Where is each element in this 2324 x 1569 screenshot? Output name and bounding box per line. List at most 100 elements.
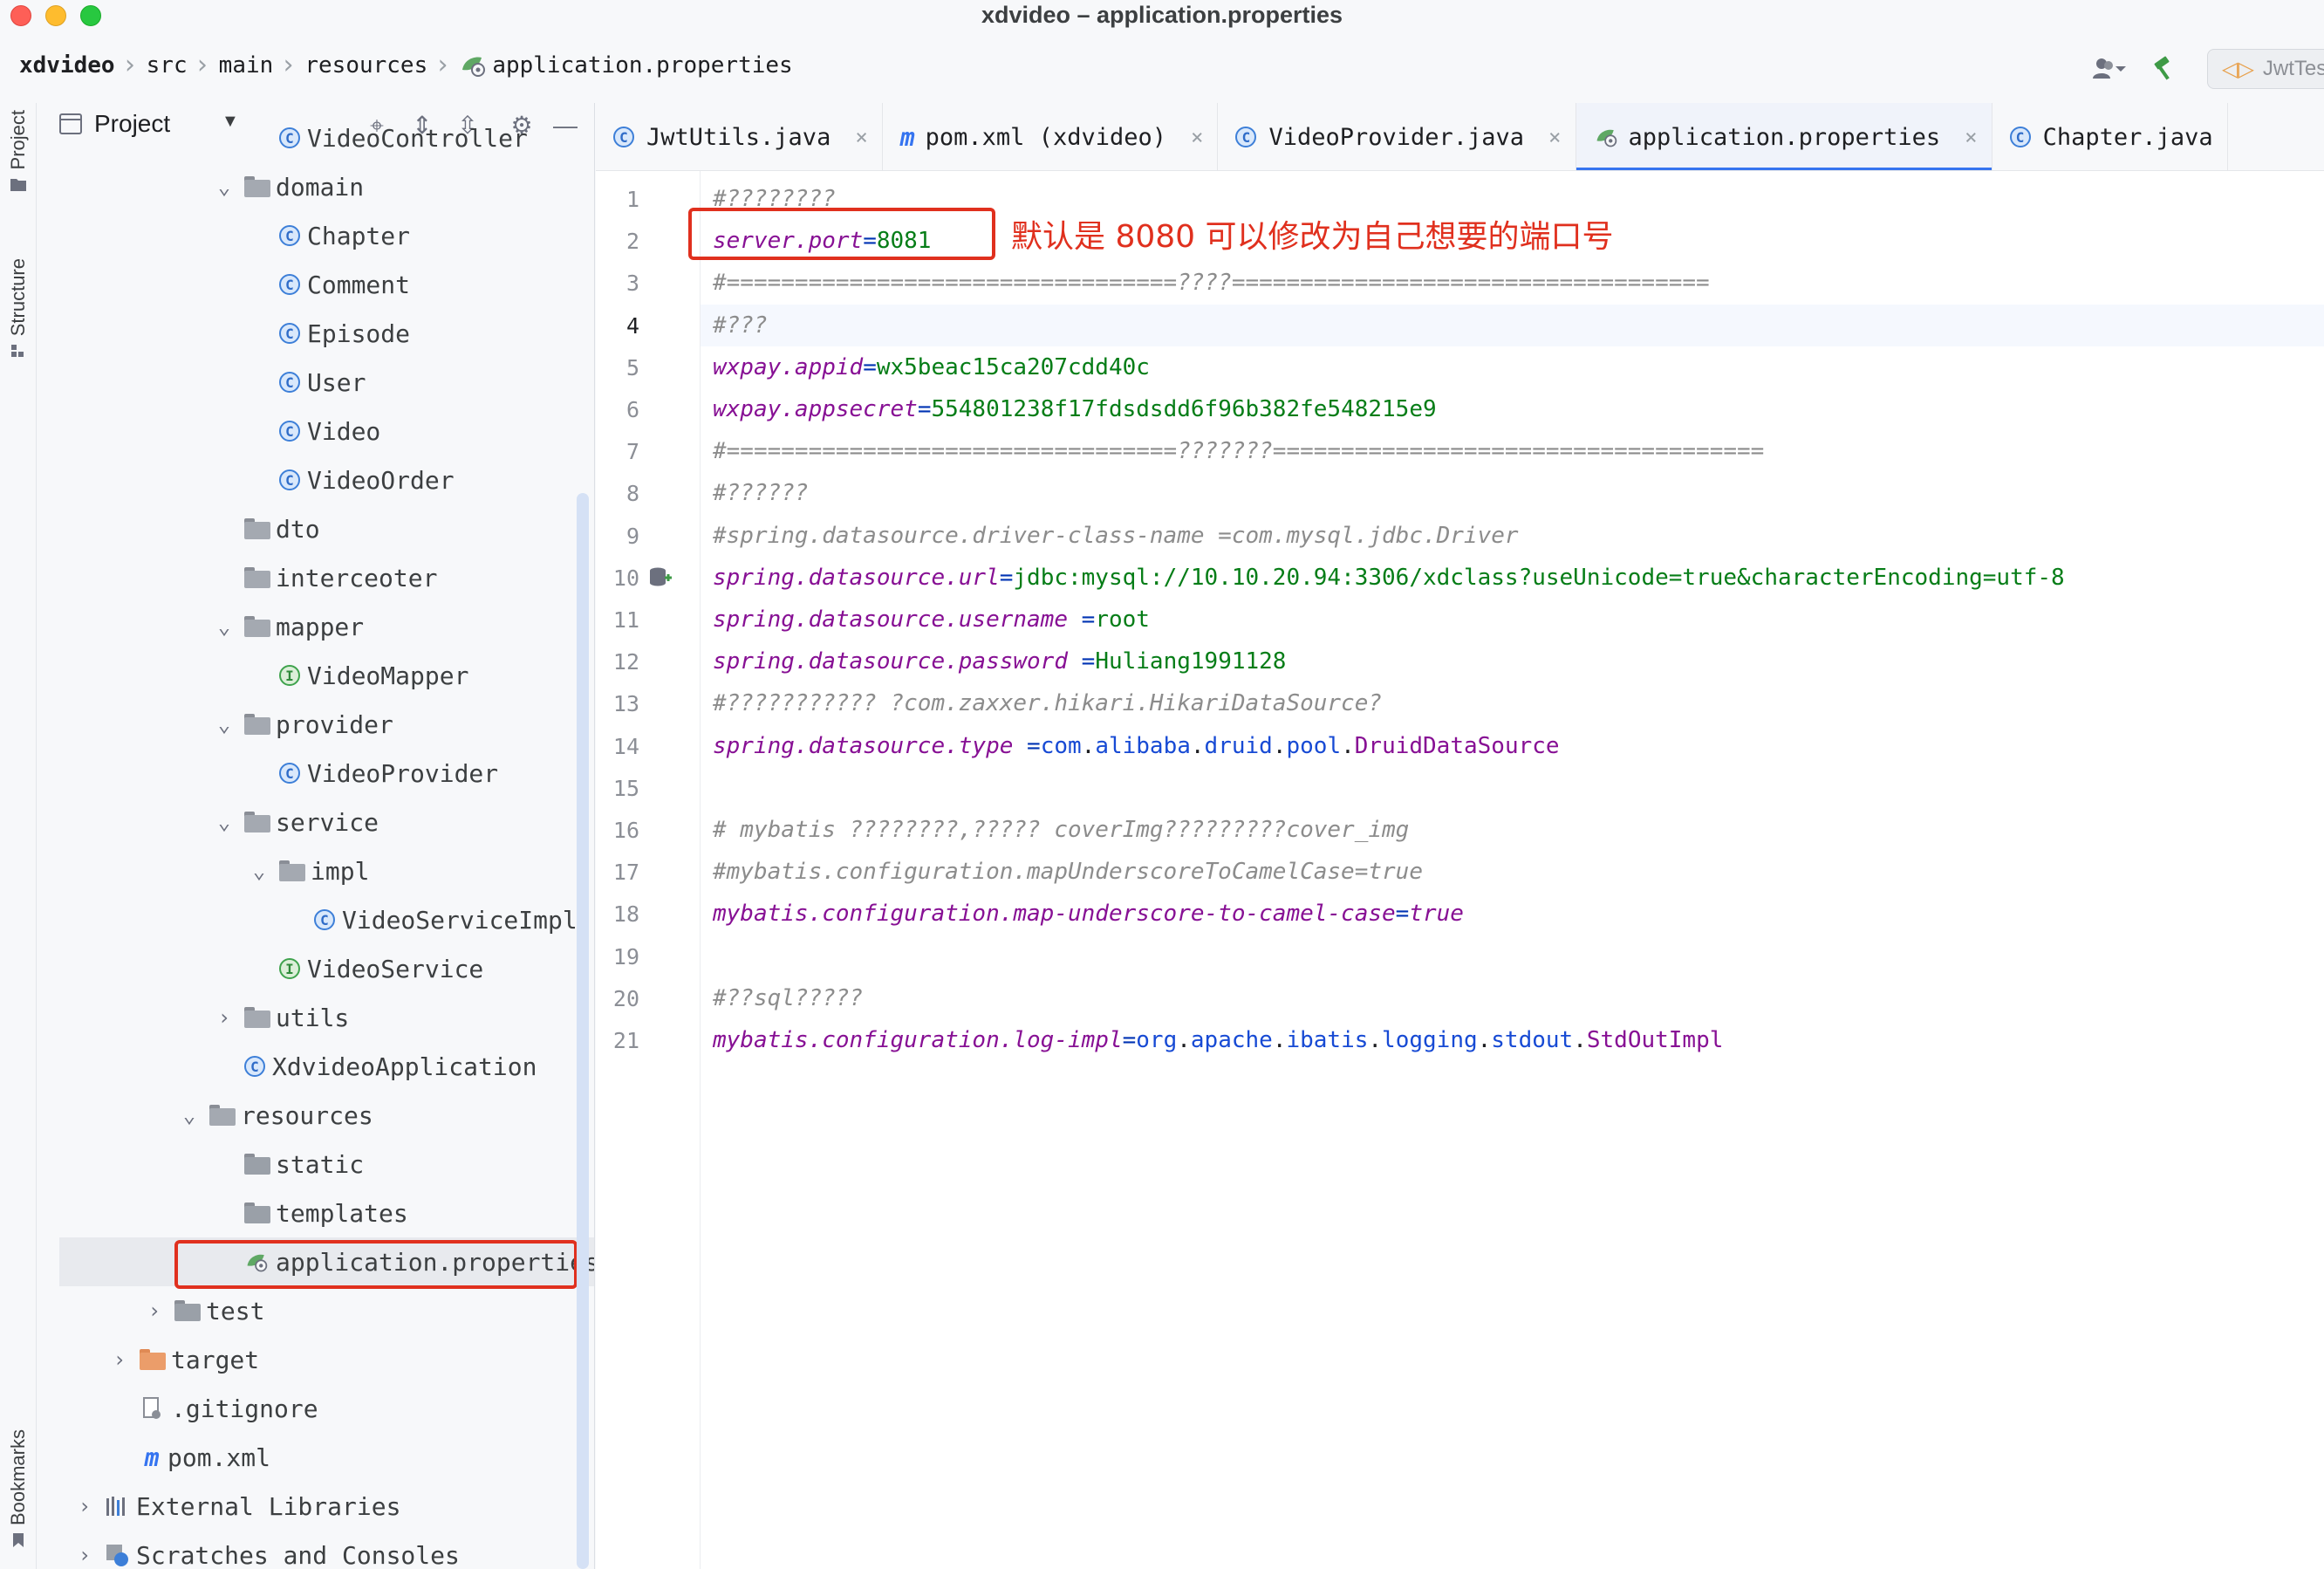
tree-item-label: Episode [307, 319, 411, 348]
code-line[interactable]: #=================================??????… [701, 430, 2324, 472]
tree-item-scratches-and-consoles[interactable]: › Scratches and Consoles [37, 1531, 594, 1569]
editor-tab-application-properties[interactable]: application.properties × [1576, 103, 1992, 170]
editor-tab-pom-xml-xdvideo[interactable]: m pom.xml (xdvideo) × [883, 103, 1219, 170]
code-line[interactable]: #??????????? ?com.zaxxer.hikari.HikariDa… [701, 682, 2324, 724]
tree-item-episode[interactable]: C Episode [37, 309, 594, 358]
close-icon[interactable]: × [1191, 125, 1203, 149]
editor-tab-chapter-java[interactable]: C Chapter.java [1992, 103, 2228, 170]
editor-tab-jwtutils-java[interactable]: C JwtUtils.java × [596, 103, 883, 170]
tree-item-mapper[interactable]: ⌄ mapper [37, 602, 594, 651]
chevron-right-icon[interactable]: › [75, 1494, 94, 1518]
breadcrumb-item-file[interactable]: application.properties [492, 52, 792, 79]
line-number: 20 [612, 985, 639, 1011]
chevron-right-icon[interactable]: › [145, 1298, 164, 1323]
chevron-down-icon[interactable]: ⌄ [249, 859, 269, 883]
project-tool-tab[interactable]: Project [0, 110, 37, 192]
tree-item-templates[interactable]: templates [37, 1189, 594, 1237]
tree-item-static[interactable]: static [37, 1140, 594, 1189]
line-number: 17 [612, 860, 639, 886]
code-line[interactable]: wxpay.appid = wx5beac15ca207cdd40c [701, 346, 2324, 388]
tree-item-xdvideoapplication[interactable]: C XdvideoApplication [37, 1042, 594, 1091]
tree-item-service[interactable]: ⌄ service [37, 798, 594, 846]
tree-item-utils[interactable]: › utils [37, 993, 594, 1042]
project-scrollbar[interactable] [577, 493, 589, 1569]
code-token: #??? [713, 312, 768, 339]
tree-item-interceoter[interactable]: interceoter [37, 553, 594, 602]
close-icon[interactable]: × [1548, 125, 1561, 149]
tree-item-comment[interactable]: C Comment [37, 260, 594, 309]
tree-item-impl[interactable]: ⌄ impl [37, 846, 594, 895]
code-token: . [1368, 1027, 1383, 1053]
editor-tab-videoprovider-java[interactable]: C VideoProvider.java × [1218, 103, 1576, 170]
code-line[interactable]: #=================================????==… [701, 262, 2324, 304]
code-line[interactable] [701, 935, 2324, 977]
code-line[interactable]: #??? [701, 304, 2324, 346]
code-line[interactable] [701, 767, 2324, 809]
code-line[interactable]: #mybatis.configuration.mapUnderscoreToCa… [701, 851, 2324, 893]
package-icon [244, 712, 270, 737]
folder-icon [10, 179, 26, 192]
code-line[interactable]: spring.datasource.type = com. alibaba. drui… [701, 725, 2324, 767]
tree-item-label: provider [276, 709, 393, 739]
chevron-down-icon[interactable]: ⌄ [215, 810, 234, 834]
maven-icon: m [899, 122, 915, 152]
chevron-down-icon[interactable]: ⌄ [215, 175, 234, 199]
breadcrumb-item-src[interactable]: src [147, 52, 188, 79]
tree-item-domain[interactable]: ⌄ domain [37, 162, 594, 211]
tree-item-videoservice[interactable]: I VideoService [37, 944, 594, 993]
tree-item-label: target [171, 1345, 260, 1374]
chevron-down-icon[interactable]: ⌄ [180, 1103, 199, 1127]
close-icon[interactable]: × [1965, 125, 1977, 149]
build-hammer-icon[interactable] [2144, 49, 2184, 89]
breadcrumb-item-main[interactable]: main [219, 52, 274, 79]
code-line[interactable]: # mybatis ????????,????? coverImg???????… [701, 809, 2324, 851]
tree-item-pom-xml[interactable]: m pom.xml [37, 1433, 594, 1482]
code-line[interactable]: #??sql????? [701, 977, 2324, 1019]
tree-item-label: resources [241, 1100, 373, 1130]
run-configuration-selector[interactable]: ◁▷ JwtTes [2207, 49, 2324, 89]
code-line[interactable]: spring.datasource.username = root [701, 599, 2324, 641]
tree-item-external-libraries[interactable]: › External Libraries [37, 1482, 594, 1531]
tree-item-test[interactable]: › test [37, 1286, 594, 1335]
code-line[interactable]: mybatis.configuration.map-underscore-to-… [701, 893, 2324, 935]
tree-item-resources[interactable]: ⌄ resources [37, 1091, 594, 1140]
user-account-icon[interactable] [2088, 49, 2129, 89]
breadcrumb-item-resources[interactable]: resources [304, 52, 427, 79]
tree-item-chapter[interactable]: C Chapter [37, 211, 594, 260]
code-token: . [1081, 732, 1096, 759]
chevron-down-icon[interactable]: ⌄ [215, 614, 234, 639]
tree-item-target[interactable]: › target [37, 1335, 594, 1384]
chevron-right-icon[interactable]: › [110, 1347, 129, 1372]
breadcrumb-item-project[interactable]: xdvideo [19, 52, 115, 79]
code-line[interactable]: spring.datasource.password = Huliang19911… [701, 641, 2324, 682]
tree-item-gitignore[interactable]: .gitignore [37, 1384, 594, 1433]
tree-item-video[interactable]: C Video [37, 407, 594, 456]
tree-item-videoprovider[interactable]: C VideoProvider [37, 749, 594, 798]
tree-item-videomapper[interactable]: I VideoMapper [37, 651, 594, 700]
tree-item-videoorder[interactable]: C VideoOrder [37, 456, 594, 504]
tree-item-label: utils [276, 1003, 350, 1032]
navigation-bar: xdvideo › src › main › resources › appli… [0, 35, 2324, 103]
tab-label: JwtUtils.java [646, 123, 831, 151]
chevron-right-icon[interactable]: › [75, 1543, 94, 1567]
code-line[interactable]: mybatis.configuration.log-impl = org. apach… [701, 1019, 2324, 1061]
close-icon[interactable]: × [855, 125, 867, 149]
code-line[interactable]: wxpay.appsecret = 554801238f17fdsdsdd6f96b… [701, 388, 2324, 430]
code-line[interactable]: spring.datasource.url = jdbc:mysql://10.10… [701, 557, 2324, 599]
tree-item-dto[interactable]: dto [37, 504, 594, 553]
tree-item-user[interactable]: C User [37, 358, 594, 407]
code-line[interactable]: #?????? [701, 472, 2324, 514]
class-icon: C [279, 469, 300, 490]
database-icon[interactable] [648, 565, 673, 590]
tree-item-provider[interactable]: ⌄ provider [37, 700, 594, 749]
tree-item-videocontroller[interactable]: C VideoController [37, 113, 594, 162]
chevron-down-icon[interactable]: ⌄ [215, 712, 234, 737]
bookmarks-tool-tab[interactable]: Bookmarks [0, 1429, 37, 1548]
tree-item-videoserviceimpl[interactable]: C VideoServiceImpl [37, 895, 594, 944]
structure-tool-tab[interactable]: Structure [0, 258, 37, 359]
chevron-right-icon[interactable]: › [215, 1005, 234, 1030]
code-line[interactable]: #spring.datasource.driver-class-name =co… [701, 515, 2324, 557]
code-view[interactable]: #???????? server.port = 8081 #==============… [701, 171, 2324, 1569]
